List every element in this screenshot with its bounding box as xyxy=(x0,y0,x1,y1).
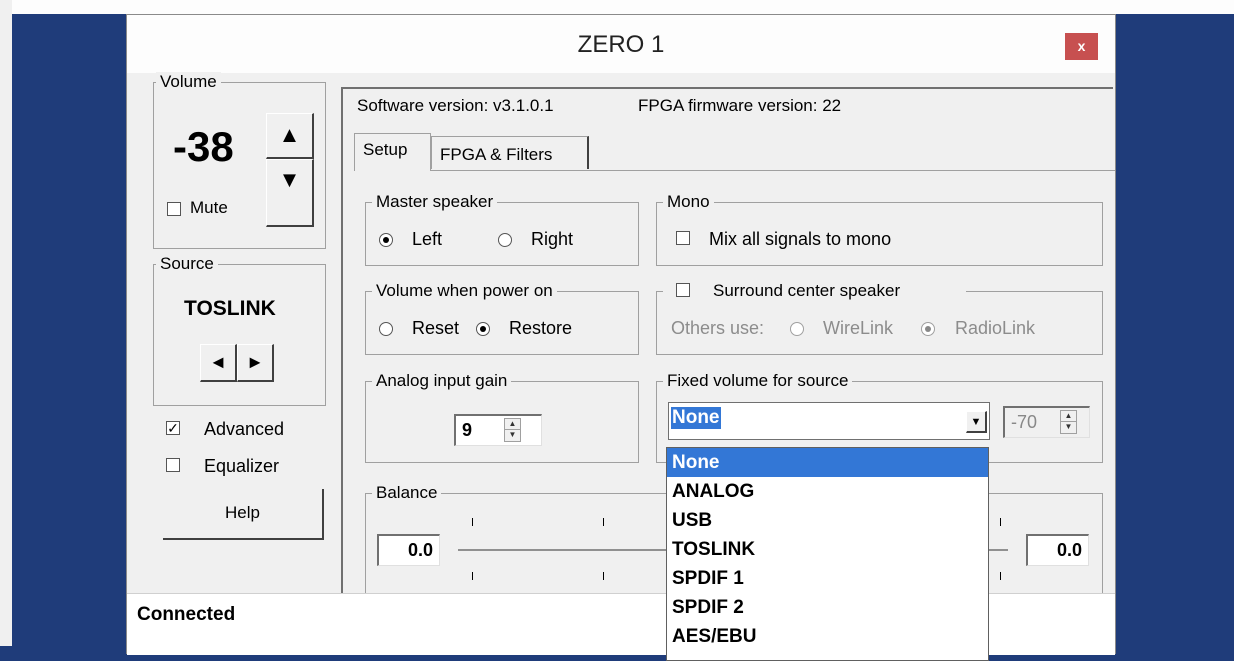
arrow-right-icon: ► xyxy=(246,352,264,372)
advanced-label: Advanced xyxy=(204,419,285,439)
analog-gain-group: Analog input gain 9 ▲ ▼ xyxy=(365,371,639,463)
balance-tick xyxy=(472,518,473,526)
balance-left-value: 0.0 xyxy=(407,540,433,560)
dropdown-option[interactable]: SPDIF 1 xyxy=(667,564,988,593)
power-restore-radio[interactable] xyxy=(476,322,490,336)
title-bar[interactable]: ZERO 1 x xyxy=(127,15,1115,73)
arrow-down-icon: ▼ xyxy=(278,167,301,192)
volume-power-on-legend: Volume when power on xyxy=(372,281,557,301)
balance-tick xyxy=(603,572,604,580)
close-button[interactable]: x xyxy=(1065,33,1098,60)
balance-tick xyxy=(603,518,604,526)
tab-fpga-filters-label: FPGA & Filters xyxy=(440,145,553,164)
fixed-level-input[interactable]: -70 ▲ ▼ xyxy=(1003,406,1090,438)
mono-label: Mix all signals to mono xyxy=(709,229,892,249)
fixed-volume-legend: Fixed volume for source xyxy=(663,371,853,391)
tab-setup-label: Setup xyxy=(363,140,408,159)
analog-gain-input[interactable]: 9 ▲ ▼ xyxy=(454,414,542,446)
equalizer-checkbox[interactable] xyxy=(166,458,180,472)
analog-gain-value: 9 xyxy=(462,420,473,440)
analog-gain-legend: Analog input gain xyxy=(372,371,512,391)
balance-tick xyxy=(1000,572,1001,580)
source-dropdown-list[interactable]: None ANALOG USB TOSLINK SPDIF 1 SPDIF 2 … xyxy=(666,447,989,661)
chevron-down-icon: ▼ xyxy=(970,416,982,428)
mono-legend: Mono xyxy=(663,192,714,212)
surround-label: Surround center speaker xyxy=(713,281,901,300)
volume-down-button[interactable]: ▼ xyxy=(266,159,314,227)
advanced-checkbox[interactable]: ✓ xyxy=(166,421,180,435)
mono-checkbox[interactable] xyxy=(676,231,690,245)
master-speaker-legend: Master speaker xyxy=(372,192,498,212)
arrow-left-icon: ◄ xyxy=(209,352,227,372)
dropdown-option[interactable]: USB xyxy=(667,506,988,535)
master-left-radio[interactable] xyxy=(379,233,393,247)
power-restore-label: Restore xyxy=(509,318,573,338)
level-spin-up-icon[interactable]: ▲ xyxy=(1061,411,1076,422)
balance-tick xyxy=(1000,518,1001,526)
tab-setup[interactable]: Setup xyxy=(354,133,431,171)
source-group: Source TOSLINK ◄ ► xyxy=(153,254,326,406)
volume-group: Volume -38 ▲ ▼ Mute xyxy=(153,72,326,249)
fixed-level-value: -70 xyxy=(1011,412,1038,432)
dropdown-option[interactable]: AES/EBU xyxy=(667,622,988,651)
dropdown-option[interactable]: SPDIF 2 xyxy=(667,593,988,622)
power-reset-radio[interactable] xyxy=(379,322,393,336)
close-icon: x xyxy=(1077,38,1086,54)
master-right-label: Right xyxy=(531,229,574,249)
window-title: ZERO 1 xyxy=(577,31,665,58)
mute-checkbox[interactable] xyxy=(167,202,181,216)
desktop-top-edge xyxy=(12,0,1234,14)
radiolink-radio[interactable] xyxy=(921,322,935,336)
combo-dropdown-button[interactable]: ▼ xyxy=(966,411,987,433)
equalizer-label: Equalizer xyxy=(204,456,280,476)
master-left-label: Left xyxy=(412,229,443,249)
surround-group: Surround center speaker Others use: Wire… xyxy=(656,281,1103,355)
surround-checkbox[interactable] xyxy=(676,283,690,297)
spin-down-icon[interactable]: ▼ xyxy=(505,430,520,441)
fixed-volume-combobox[interactable]: None ▼ xyxy=(668,402,990,440)
mono-group: Mono Mix all signals to mono xyxy=(656,192,1103,266)
wirelink-radio[interactable] xyxy=(790,322,804,336)
radiolink-label: RadioLink xyxy=(955,318,1036,338)
help-label: Help xyxy=(225,503,260,522)
tab-fpga-filters[interactable]: FPGA & Filters xyxy=(431,136,589,169)
source-value: TOSLINK xyxy=(184,297,276,320)
volume-legend: Volume xyxy=(156,72,221,92)
volume-value: -38 xyxy=(173,123,234,170)
analog-gain-spinner[interactable]: ▲ ▼ xyxy=(504,418,521,442)
level-spin-down-icon[interactable]: ▼ xyxy=(1061,422,1076,433)
source-legend: Source xyxy=(156,254,218,274)
arrow-up-icon: ▲ xyxy=(278,122,301,147)
software-version: Software version: v3.1.0.1 xyxy=(357,96,554,115)
surround-legend: Surround center speaker xyxy=(663,281,966,301)
power-reset-label: Reset xyxy=(412,318,460,338)
volume-power-on-group: Volume when power on Reset Restore xyxy=(365,281,639,355)
app-window: ZERO 1 x Volume -38 ▲ ▼ Mute Source TOSL… xyxy=(126,14,1116,661)
volume-up-button[interactable]: ▲ xyxy=(266,113,314,159)
fixed-volume-selected: None xyxy=(671,407,721,429)
wirelink-label: WireLink xyxy=(823,318,894,338)
help-button[interactable]: Help xyxy=(163,489,324,540)
balance-right-input[interactable]: 0.0 xyxy=(1026,534,1089,566)
mute-label: Mute xyxy=(190,198,228,217)
dropdown-option[interactable]: ANALOG xyxy=(667,477,988,506)
dropdown-option[interactable]: TOSLINK xyxy=(667,535,988,564)
master-speaker-group: Master speaker Left Right xyxy=(365,192,639,266)
master-right-radio[interactable] xyxy=(498,233,512,247)
status-text: Connected xyxy=(137,604,236,625)
fixed-level-spinner[interactable]: ▲ ▼ xyxy=(1060,410,1077,434)
fpga-version: FPGA firmware version: 22 xyxy=(638,96,842,115)
spin-up-icon[interactable]: ▲ xyxy=(505,419,520,430)
source-next-button[interactable]: ► xyxy=(237,344,274,382)
balance-left-input[interactable]: 0.0 xyxy=(377,534,440,566)
balance-legend: Balance xyxy=(372,483,442,503)
balance-tick xyxy=(472,572,473,580)
source-prev-button[interactable]: ◄ xyxy=(200,344,237,382)
desktop-left-edge xyxy=(0,0,12,646)
balance-right-value: 0.0 xyxy=(1056,540,1082,560)
others-use-label: Others use: xyxy=(671,318,765,338)
dropdown-option[interactable]: None xyxy=(667,448,988,477)
